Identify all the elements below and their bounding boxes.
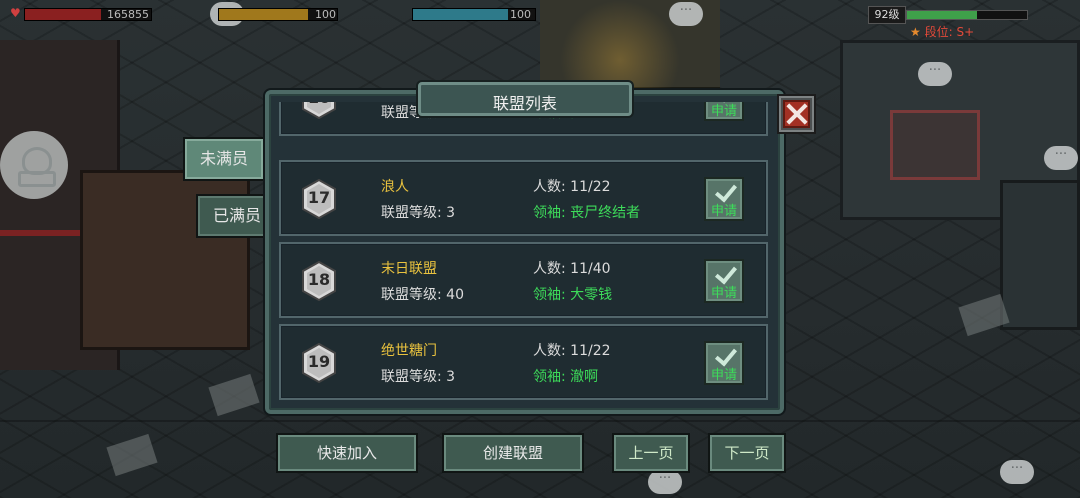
alliance-members: 人数: 11/40	[533, 261, 611, 277]
check-icon	[714, 102, 734, 103]
close-button[interactable]	[777, 94, 816, 134]
alliance-leader: 领袖: 澈啊	[533, 369, 599, 385]
alliance-level: 联盟等级: 3	[381, 205, 456, 221]
alliance-members: 人数: 11/22	[533, 343, 611, 359]
energy-bar-fill	[219, 9, 308, 20]
alliance-row: 19 绝世糖门 联盟等级: 3 人数: 11/22 领袖: 澈啊 申请	[279, 324, 768, 400]
check-icon	[714, 181, 734, 203]
panel-title-plate: 联盟列表	[418, 82, 632, 116]
shop-sign	[890, 110, 980, 180]
rank-number: 19	[307, 352, 331, 371]
chat-bubble-icon	[918, 62, 952, 86]
apply-label: 申请	[710, 286, 737, 301]
hp-bar: 165855	[24, 8, 152, 21]
alliance-list[interactable]: 16 联盟等级: 4 领袖: 而已 申请 17 浪人 联盟等级: 3 人数: 1…	[279, 102, 770, 402]
star-icon: ★	[910, 25, 921, 39]
alliance-list-panel: 16 联盟等级: 4 领袖: 而已 申请 17 浪人 联盟等级: 3 人数: 1…	[265, 90, 784, 414]
rank-badge-icon: 18	[301, 261, 337, 301]
check-icon	[714, 263, 734, 285]
floor-paper	[208, 373, 260, 417]
rank-badge-icon: 17	[301, 179, 337, 219]
heart-icon: ♥	[10, 6, 21, 20]
check-icon	[714, 345, 734, 367]
panel-title: 联盟列表	[492, 94, 557, 113]
alliance-level: 联盟等级: 3	[381, 369, 456, 385]
energy-value: 100	[315, 8, 336, 21]
alliance-row: 18 末日联盟 联盟等级: 40 人数: 11/40 领袖: 大零钱 申请	[279, 242, 768, 318]
energy-bar: 100	[218, 8, 338, 21]
alliance-leader: 领袖: 丧尸终结者	[533, 205, 641, 221]
apply-label: 申请	[710, 204, 737, 219]
rank-indicator: ★ 段位: S+	[910, 23, 974, 40]
chat-bubble-icon	[669, 2, 703, 26]
alliance-name: 绝世糖门	[381, 343, 437, 359]
chat-bubble-icon	[1000, 460, 1034, 484]
apply-button[interactable]: 申请	[704, 341, 744, 385]
water-value: 100	[510, 8, 531, 21]
floor-paper	[106, 433, 158, 477]
close-icon	[783, 100, 810, 128]
xp-bar	[906, 10, 1028, 20]
alliance-row: 17 浪人 联盟等级: 3 人数: 11/22 领袖: 丧尸终结者 申请	[279, 160, 768, 236]
apply-button[interactable]: 申请	[704, 177, 744, 221]
chat-bubble-icon	[648, 470, 682, 494]
rank-number: 16	[301, 102, 337, 107]
create-alliance-button[interactable]: 创建联盟	[442, 433, 584, 473]
floor-line	[0, 420, 1080, 422]
apply-button[interactable]: 申请	[704, 259, 744, 303]
water-bar-fill	[413, 9, 509, 20]
hp-value: 165855	[107, 8, 149, 21]
next-page-button[interactable]: 下一页	[708, 433, 786, 473]
rank-badge-icon: 19	[301, 343, 337, 383]
apply-button[interactable]: 申请	[704, 102, 744, 121]
rank-number: 17	[307, 188, 331, 207]
rank-label: 段位: S+	[924, 25, 975, 39]
rank-badge-icon: 16	[301, 102, 337, 119]
avatar[interactable]	[0, 131, 68, 199]
alliance-members: 人数: 11/22	[533, 179, 611, 195]
hp-bar-fill	[25, 9, 101, 20]
prev-page-button[interactable]: 上一页	[612, 433, 690, 473]
apply-label: 申请	[710, 368, 737, 383]
rank-number: 18	[307, 270, 331, 289]
arcade-machine	[1000, 180, 1080, 330]
player-level: 92级	[868, 6, 906, 24]
alliance-name: 浪人	[381, 179, 409, 195]
water-bar: 100	[412, 8, 536, 21]
alliance-name: 末日联盟	[381, 261, 437, 277]
tab-not-full[interactable]: 未满员	[183, 137, 265, 181]
alliance-level: 联盟等级: 40	[381, 287, 464, 303]
chat-bubble-icon	[1044, 146, 1078, 170]
xp-bar-fill	[907, 11, 977, 19]
alliance-leader: 领袖: 大零钱	[533, 287, 613, 303]
quick-join-button[interactable]: 快速加入	[276, 433, 418, 473]
apply-label: 申请	[710, 104, 737, 119]
